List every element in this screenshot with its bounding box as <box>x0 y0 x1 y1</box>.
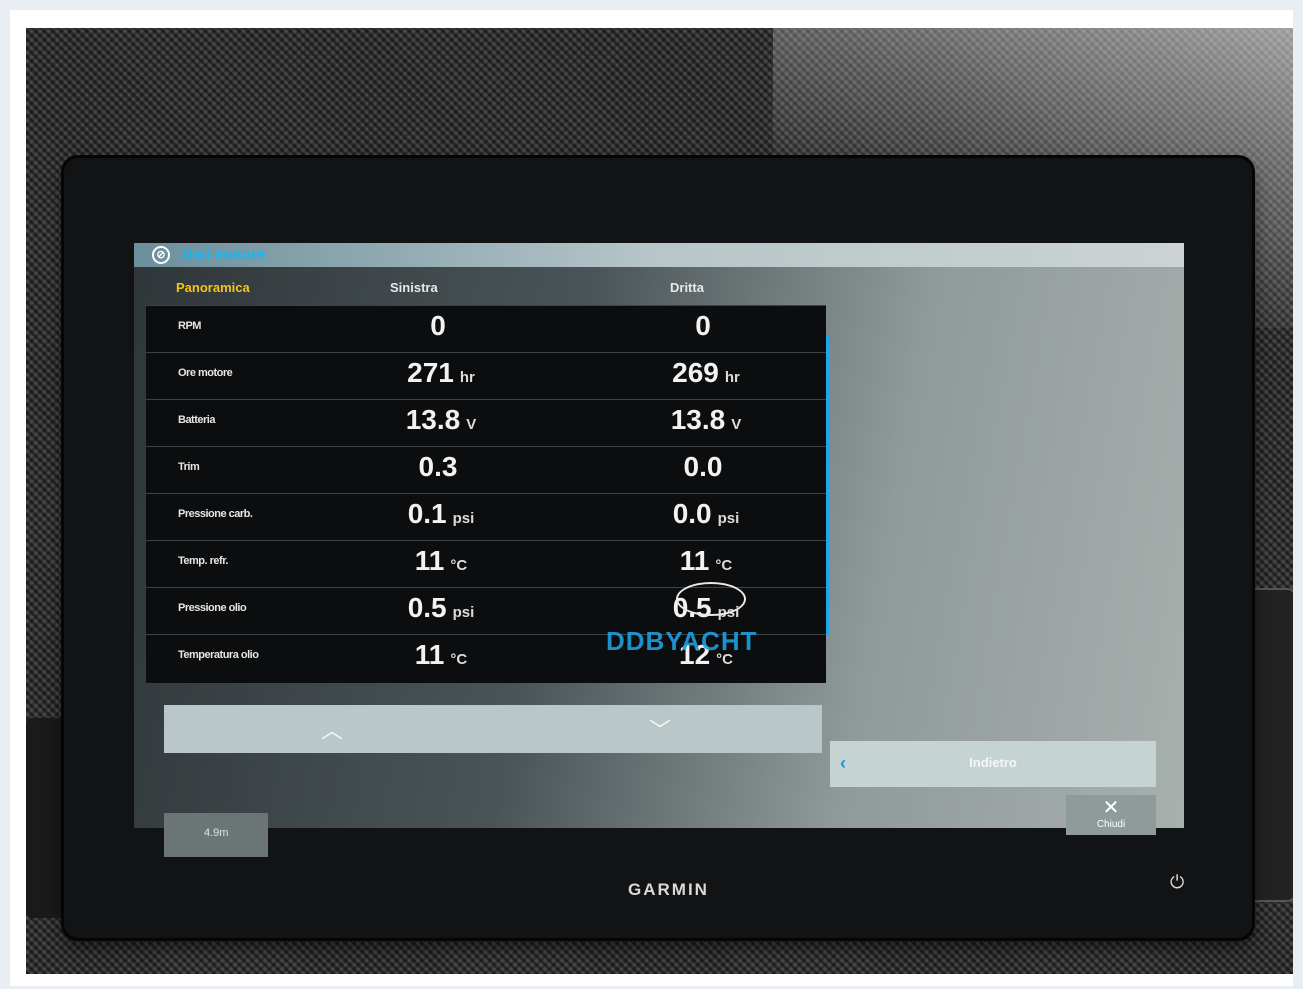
left-value: 13.8 V <box>405 404 477 435</box>
table-row: RPM 0 0 <box>146 305 826 352</box>
scrollbar[interactable] <box>826 335 829 635</box>
close-icon: ✕ <box>1102 797 1120 819</box>
row-label: RPM <box>178 320 201 332</box>
watermark-text: DDBYACHT <box>606 626 758 656</box>
left-value: 0.5 psi <box>407 592 475 623</box>
column-header-left: Sinistra <box>390 280 438 295</box>
back-button-label: Indietro <box>969 755 1017 770</box>
table-row: Ore motore 271 hr 269 hr <box>146 352 826 399</box>
left-value: 0 <box>430 310 446 341</box>
table-row: Temp. refr. 11 °C 11 °C <box>146 540 826 587</box>
close-button[interactable]: ✕ Chiudi <box>1066 795 1156 835</box>
row-label: Pressione carb. <box>178 508 253 520</box>
row-label: Temp. refr. <box>178 555 228 567</box>
chevron-down-icon[interactable]: ﹀ <box>640 713 680 745</box>
left-value: 0.3 <box>418 451 458 482</box>
back-button[interactable]: ‹ Indietro <box>830 741 1156 787</box>
row-label: Trim <box>178 461 200 473</box>
right-value: 269 hr <box>672 357 740 388</box>
row-label: Ore motore <box>178 367 233 379</box>
close-button-label: Chiudi <box>1096 819 1126 830</box>
row-label: Temperatura olio <box>178 649 259 661</box>
page-title: Dati motore <box>182 246 266 263</box>
scroll-nav-bar: ︿ ﹀ <box>164 705 822 753</box>
chevron-up-icon[interactable]: ︿ <box>312 713 352 745</box>
left-value: 0.1 psi <box>407 498 475 529</box>
status-box: 4.9m <box>164 813 268 857</box>
right-value: 11 °C <box>679 545 733 576</box>
table-row: Trim 0.3 0.0 <box>146 446 826 493</box>
mount-bracket <box>26 718 68 918</box>
right-value: 0.0 <box>683 451 723 482</box>
right-value: 13.8 V <box>670 404 742 435</box>
table-row: Batteria 13.8 V 13.8 V <box>146 399 826 446</box>
left-value: 11 °C <box>414 545 468 576</box>
engine-data-screen: ⊘ Dati motore Panoramica Sinistra Dritta… <box>134 243 1184 857</box>
row-label: Pressione olio <box>178 602 247 614</box>
right-value: 0 <box>695 310 711 341</box>
tab-overview[interactable]: Panoramica <box>176 280 250 295</box>
title-bar: ⊘ Dati motore <box>134 243 1184 267</box>
column-header-right: Dritta <box>670 280 704 295</box>
right-value: 0.0 psi <box>672 498 740 529</box>
watermark-logo-icon <box>676 582 746 616</box>
row-label: Batteria <box>178 414 215 426</box>
device-photo: ⊘ Dati motore Panoramica Sinistra Dritta… <box>26 28 1293 974</box>
left-value: 271 hr <box>407 357 475 388</box>
engine-icon: ⊘ <box>152 246 170 264</box>
brand-logo: GARMIN <box>628 880 709 899</box>
left-value: 11 °C <box>414 639 468 670</box>
power-icon[interactable]: ⏻ <box>1170 872 1184 893</box>
status-value: 4.9m <box>204 827 229 839</box>
table-row: Pressione carb. 0.1 psi 0.0 psi <box>146 493 826 540</box>
